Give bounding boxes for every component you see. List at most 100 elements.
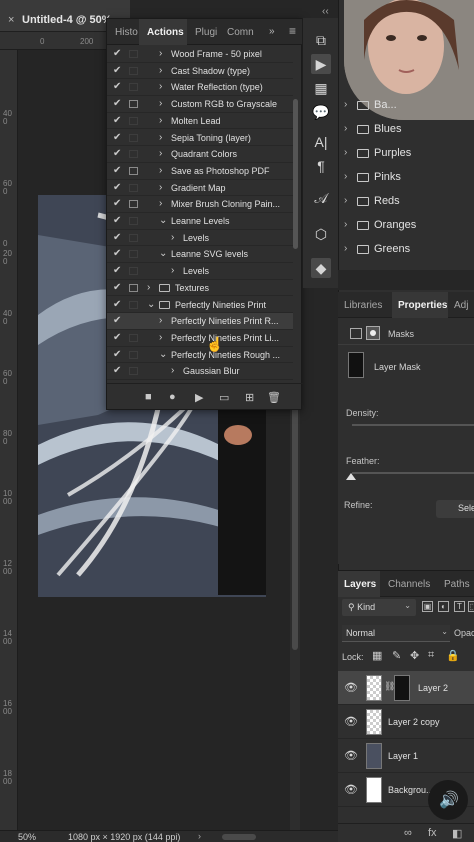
chevron-right-icon[interactable]: ›: [344, 219, 347, 230]
action-item[interactable]: ✔ › Gradient Map: [107, 180, 293, 197]
toggle-check-icon[interactable]: ✔: [113, 81, 121, 92]
chevron-right-icon[interactable]: ›: [159, 148, 162, 159]
toggle-check-icon[interactable]: ✔: [113, 248, 121, 259]
action-item[interactable]: ✔ › Cast Shadow (type): [107, 63, 293, 80]
action-item[interactable]: ✔ › Perfectly Nineties Print Li...: [107, 330, 293, 347]
link-layers-icon[interactable]: ∞: [404, 827, 412, 839]
new-action-button[interactable]: ⊞: [245, 391, 254, 404]
add-mask-icon[interactable]: ◧: [452, 827, 462, 840]
layer-mask-thumbnail[interactable]: [394, 675, 410, 701]
chevron-right-icon[interactable]: ›: [159, 132, 162, 143]
tab-adjustments[interactable]: Adj: [454, 300, 468, 311]
action-item[interactable]: ✔ › Mixer Brush Cloning Pain...: [107, 196, 293, 213]
dialog-toggle-icon[interactable]: [129, 250, 138, 259]
volume-button[interactable]: 🔊: [428, 780, 468, 820]
chevron-right-icon[interactable]: ›: [171, 232, 174, 243]
swatch-folder-row[interactable]: › Blues: [338, 118, 474, 142]
dialog-toggle-icon[interactable]: [129, 267, 138, 276]
glyphs-icon[interactable]: 𝒜: [311, 188, 331, 208]
type-filter-icon[interactable]: T: [454, 601, 465, 612]
toggle-check-icon[interactable]: ✔: [113, 198, 121, 209]
dialog-toggle-icon[interactable]: [129, 333, 138, 342]
toggle-check-icon[interactable]: ✔: [113, 115, 121, 126]
chevron-right-icon[interactable]: ›: [159, 332, 162, 343]
chevron-down-icon[interactable]: ⌄: [159, 349, 167, 360]
stop-button[interactable]: ■: [145, 391, 152, 403]
action-item[interactable]: ✔ › Water Reflection (type): [107, 79, 293, 97]
lock-artboard-icon[interactable]: ⌗: [428, 649, 434, 662]
panel-menu-icon[interactable]: ≡: [289, 24, 296, 38]
dialog-toggle-icon[interactable]: [129, 300, 138, 309]
artboard-icon[interactable]: ⧉: [311, 30, 331, 50]
play-button[interactable]: ▶: [195, 391, 203, 404]
toggle-check-icon[interactable]: ✔: [113, 165, 121, 176]
action-item[interactable]: ✔ › Perfectly Nineties Print R...: [107, 313, 293, 330]
toggle-check-icon[interactable]: ✔: [113, 265, 121, 276]
dialog-toggle-icon[interactable]: [129, 283, 138, 292]
dialog-toggle-icon[interactable]: [129, 317, 138, 326]
chevron-down-icon[interactable]: ⌄: [159, 248, 167, 259]
action-item[interactable]: ✔ › Textures: [107, 280, 293, 297]
chevron-right-icon[interactable]: ›: [159, 182, 162, 193]
toggle-check-icon[interactable]: ✔: [113, 299, 121, 310]
tab-layers[interactable]: Layers: [344, 579, 376, 590]
chevron-right-icon[interactable]: ›: [344, 243, 347, 254]
actions-icon[interactable]: ▶: [311, 54, 331, 74]
action-item[interactable]: ✔ › Wood Frame - 50 pixel: [107, 46, 293, 63]
action-item[interactable]: ✔ › Sepia Toning (layer): [107, 130, 293, 147]
dialog-toggle-icon[interactable]: [129, 150, 138, 159]
chevron-right-icon[interactable]: ›: [159, 198, 162, 209]
swatch-folder-row[interactable]: › Reds: [338, 190, 474, 214]
actions-scrollbar[interactable]: [293, 49, 299, 379]
chevron-right-icon[interactable]: ›: [171, 365, 174, 376]
tab-history[interactable]: Histo: [115, 27, 138, 38]
shape-icon[interactable]: ◆: [311, 258, 331, 278]
chevron-right-icon[interactable]: ›: [159, 81, 162, 92]
dialog-toggle-icon[interactable]: [129, 66, 138, 75]
action-item[interactable]: ✔ › Save as Photoshop PDF: [107, 163, 293, 180]
toggle-check-icon[interactable]: ✔: [113, 282, 121, 293]
dialog-toggle-icon[interactable]: [129, 367, 138, 376]
toggle-check-icon[interactable]: ✔: [113, 65, 121, 76]
action-item[interactable]: ✔ › Levels: [107, 263, 293, 280]
chevron-right-icon[interactable]: ›: [159, 65, 162, 76]
chevron-right-icon[interactable]: ›: [159, 98, 162, 109]
dialog-toggle-icon[interactable]: [129, 350, 138, 359]
action-item[interactable]: ✔ › Custom RGB to Grayscale: [107, 96, 293, 113]
layer-row[interactable]: 👁 ⛓ Layer 2: [338, 671, 474, 705]
new-set-button[interactable]: ▭: [219, 391, 229, 404]
libraries-icon[interactable]: ▦: [311, 78, 331, 98]
tab-actions[interactable]: Actions: [147, 27, 184, 38]
density-slider[interactable]: [352, 424, 474, 426]
toggle-check-icon[interactable]: ✔: [113, 132, 121, 143]
swatch-folder-row[interactable]: › Ba...: [338, 94, 474, 118]
pixel-mask-icon[interactable]: [350, 328, 362, 339]
paragraph-icon[interactable]: ¶: [311, 156, 331, 176]
chevron-right-icon[interactable]: ›: [344, 171, 347, 182]
dialog-toggle-icon[interactable]: [129, 166, 138, 175]
select-and-mask-button[interactable]: Sele: [436, 500, 474, 518]
character-icon[interactable]: A|: [311, 132, 331, 152]
delete-button[interactable]: 🗑: [267, 391, 281, 404]
action-item[interactable]: ✔ ⌄ Leanne SVG levels: [107, 246, 293, 264]
swatch-folder-row[interactable]: › Oranges: [338, 214, 474, 238]
action-item[interactable]: ✔ ⌄ Perfectly Nineties Print: [107, 297, 293, 314]
dialog-toggle-icon[interactable]: [129, 133, 138, 142]
horizontal-scrollbar[interactable]: [222, 834, 256, 840]
toggle-check-icon[interactable]: ✔: [113, 98, 121, 109]
chevron-right-icon[interactable]: ›: [344, 123, 347, 134]
action-item[interactable]: ✔ ⌄ Perfectly Nineties Rough ...: [107, 347, 293, 364]
chevron-right-icon[interactable]: ›: [159, 165, 162, 176]
visibility-eye-icon[interactable]: 👁: [344, 749, 358, 762]
tab-libraries[interactable]: Libraries: [344, 300, 382, 311]
toggle-check-icon[interactable]: ✔: [113, 349, 121, 360]
kind-filter-select[interactable]: ⚲ Kind ⌄: [342, 599, 416, 616]
layer-row[interactable]: 👁 Layer 1: [338, 739, 474, 773]
status-arrow-icon[interactable]: ›: [198, 831, 201, 841]
chevron-down-icon[interactable]: ⌄: [159, 215, 167, 226]
toggle-check-icon[interactable]: ✔: [113, 215, 121, 226]
3d-icon[interactable]: ⬡: [311, 224, 331, 244]
dialog-toggle-icon[interactable]: [129, 50, 138, 58]
lock-all-icon[interactable]: 🔒: [446, 649, 460, 662]
chevron-right-icon[interactable]: ›: [159, 115, 162, 126]
